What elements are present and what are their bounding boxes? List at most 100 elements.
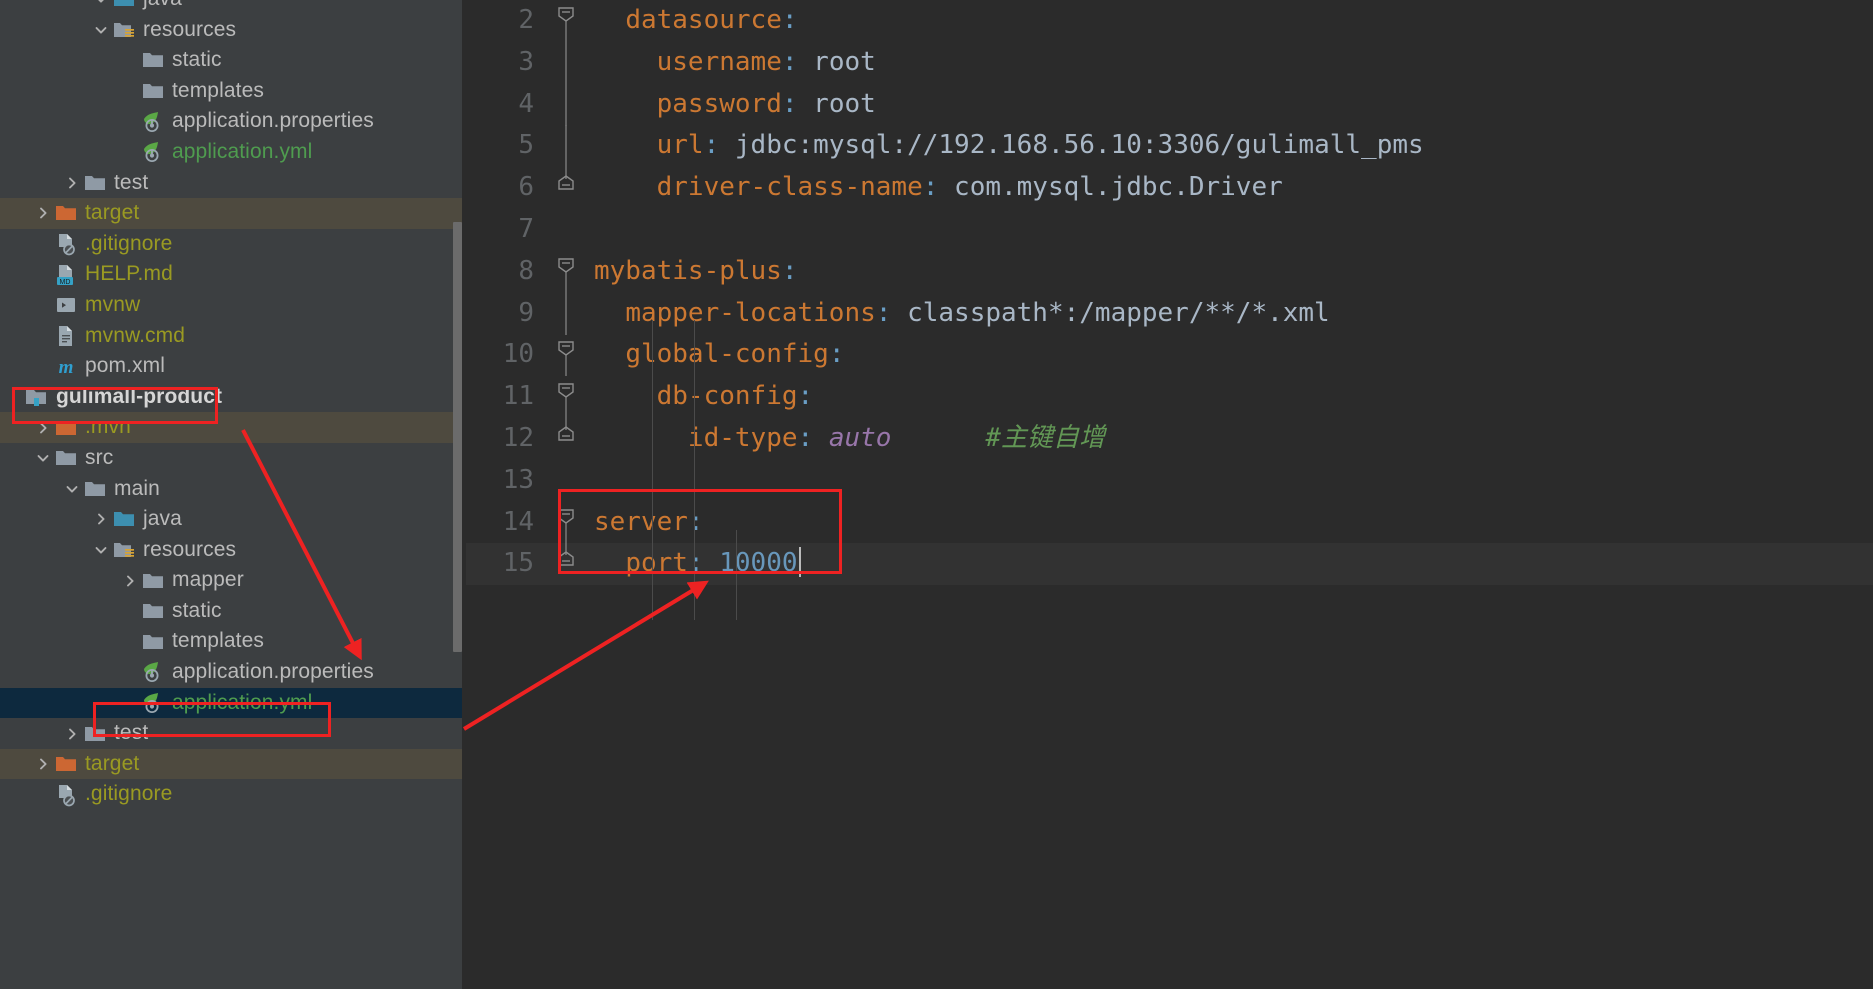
tree-row[interactable]: resources bbox=[0, 535, 462, 566]
chevron-down-icon[interactable] bbox=[91, 22, 111, 38]
tree-row-label: mapper bbox=[172, 568, 244, 592]
tree-row[interactable]: java bbox=[0, 504, 462, 535]
token-val: root bbox=[797, 88, 876, 119]
token-enum: auto bbox=[828, 422, 892, 453]
folder-excluded-icon bbox=[53, 752, 79, 776]
editor-line-text: mapper-locations: classpath*:/mapper/**/… bbox=[594, 293, 1330, 335]
tree-row[interactable]: application.properties bbox=[0, 657, 462, 688]
editor-lines[interactable]: 2 datasource: 3 username: root 4 password:… bbox=[466, 0, 1873, 620]
chevron-right-icon[interactable] bbox=[33, 756, 53, 772]
code-fold-marker[interactable] bbox=[552, 167, 580, 209]
editor-line[interactable]: 11 db-config: bbox=[466, 376, 1873, 419]
tree-row[interactable]: mvnw bbox=[0, 290, 462, 321]
tree-row[interactable]: templates bbox=[0, 76, 462, 107]
token-val: classpath*:/mapper/**/*.xml bbox=[891, 297, 1330, 328]
token-key: username bbox=[656, 46, 782, 77]
tree-row[interactable]: src bbox=[0, 443, 462, 474]
folder-icon bbox=[140, 79, 166, 103]
tree-row-label: target bbox=[85, 201, 140, 225]
code-fold-marker[interactable] bbox=[552, 251, 580, 293]
project-tree[interactable]: java resources static templates application.… bbox=[0, 0, 462, 810]
line-number: 11 bbox=[502, 381, 534, 412]
editor-line[interactable]: 5 url: jdbc:mysql://192.168.56.10:3306/g… bbox=[466, 125, 1873, 168]
tree-row[interactable]: application.properties bbox=[0, 106, 462, 137]
tree-row-label: src bbox=[85, 445, 114, 469]
code-fold-marker[interactable] bbox=[552, 376, 580, 419]
token-colon: : bbox=[875, 297, 892, 328]
project-tree-scrollbar[interactable] bbox=[453, 222, 462, 652]
tree-row[interactable]: mapper bbox=[0, 565, 462, 596]
code-fold-marker[interactable] bbox=[552, 502, 580, 544]
tree-row[interactable]: static bbox=[0, 45, 462, 76]
ide-window: java resources static templates application.… bbox=[0, 0, 1873, 989]
tree-row[interactable]: static bbox=[0, 596, 462, 627]
editor-line[interactable]: 8 mybatis-plus: bbox=[466, 251, 1873, 293]
tree-row[interactable]: m pom.xml bbox=[0, 351, 462, 382]
editor-line-text: datasource: bbox=[594, 0, 797, 42]
tree-row-label: main bbox=[114, 476, 160, 500]
editor-area[interactable]: 2 datasource: 3 username: root 4 password:… bbox=[466, 0, 1873, 989]
editor-line[interactable]: 4 password: root bbox=[466, 83, 1873, 126]
line-number: 14 bbox=[502, 506, 534, 537]
chevron-right-icon[interactable] bbox=[33, 420, 53, 436]
chevron-right-icon[interactable] bbox=[62, 175, 82, 191]
editor-line[interactable]: 2 datasource: bbox=[466, 0, 1873, 42]
editor-line[interactable]: 14 server: bbox=[466, 502, 1873, 544]
tree-row[interactable]: application.yml bbox=[0, 687, 462, 719]
editor-line[interactable]: 13 bbox=[466, 460, 1873, 502]
tree-row[interactable]: test bbox=[0, 168, 462, 199]
tree-row[interactable]: target bbox=[0, 748, 462, 780]
chevron-right-icon[interactable] bbox=[62, 726, 82, 742]
editor-line[interactable]: 7 bbox=[466, 209, 1873, 251]
token-colon: : bbox=[922, 172, 939, 203]
tree-row[interactable]: java bbox=[0, 0, 462, 15]
folder-resources-icon bbox=[111, 18, 137, 42]
tree-row[interactable]: target bbox=[0, 198, 462, 229]
tree-row-label: target bbox=[85, 751, 140, 775]
chevron-right-icon[interactable] bbox=[91, 511, 111, 527]
tree-row[interactable]: mvnw.cmd bbox=[0, 321, 462, 352]
editor-line[interactable]: 12 id-type: auto #主键自增 bbox=[466, 417, 1873, 460]
tree-row[interactable]: .mvn bbox=[0, 412, 462, 443]
chevron-down-icon[interactable] bbox=[91, 542, 111, 558]
token-colon: : bbox=[781, 88, 798, 119]
shell-file-icon bbox=[53, 293, 79, 317]
token-colon: : bbox=[781, 46, 798, 77]
indent-guide bbox=[694, 530, 695, 620]
project-tool-window[interactable]: java resources static templates application.… bbox=[0, 0, 462, 989]
chevron-right-icon[interactable] bbox=[33, 205, 53, 221]
token-colon: : bbox=[687, 506, 704, 537]
code-fold-marker[interactable] bbox=[552, 543, 580, 585]
gitignore-file-icon bbox=[53, 232, 79, 256]
editor-line[interactable]: 3 username: root bbox=[466, 41, 1873, 84]
editor-line[interactable]: 9 mapper-locations: classpath*:/mapper/*… bbox=[466, 292, 1873, 335]
chevron-down-icon[interactable] bbox=[33, 450, 53, 466]
tree-row[interactable]: resources bbox=[0, 15, 462, 46]
editor-line[interactable]: 6 driver-class-name: com.mysql.jdbc.Driv… bbox=[466, 167, 1873, 209]
tree-row-label: java bbox=[143, 507, 182, 531]
chevron-down-icon[interactable] bbox=[62, 481, 82, 497]
code-fold-marker[interactable] bbox=[552, 334, 580, 377]
text-caret bbox=[798, 547, 801, 578]
tree-row[interactable]: application.yml bbox=[0, 137, 462, 168]
editor-line[interactable]: 10 global-config: bbox=[466, 334, 1873, 377]
tree-row[interactable]: .gitignore bbox=[0, 779, 462, 810]
code-fold-marker[interactable] bbox=[552, 417, 580, 460]
tree-row-label: templates bbox=[172, 629, 264, 653]
chevron-right-icon[interactable] bbox=[120, 573, 140, 589]
tree-row-label: static bbox=[172, 48, 222, 72]
editor-line[interactable]: 15 port: 10000 bbox=[466, 543, 1873, 586]
chevron-down-icon[interactable] bbox=[91, 0, 111, 7]
tree-row[interactable]: test bbox=[0, 718, 462, 749]
code-fold-marker[interactable] bbox=[552, 0, 580, 42]
code-fold-marker bbox=[552, 125, 580, 168]
tree-row[interactable]: MD HELP.md bbox=[0, 259, 462, 290]
tree-row[interactable]: main bbox=[0, 474, 462, 505]
editor-line-text: server: bbox=[594, 502, 704, 544]
tree-row[interactable]: .gitignore bbox=[0, 229, 462, 260]
tree-row[interactable]: gulimall-product bbox=[0, 382, 462, 413]
tree-row[interactable]: templates bbox=[0, 626, 462, 657]
